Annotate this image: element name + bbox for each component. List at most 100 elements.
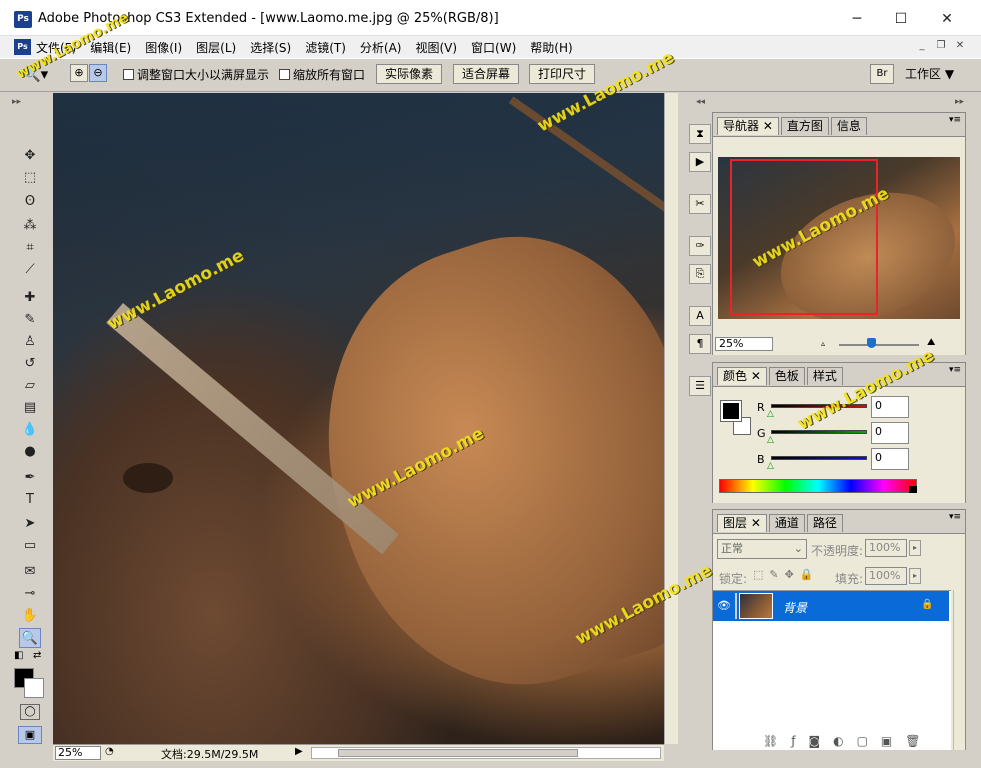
document-canvas[interactable] <box>53 93 664 744</box>
zoom-out-mountain-icon[interactable]: ▵ <box>821 339 825 348</box>
panels-expand-icon[interactable]: ▸▸ <box>955 97 964 107</box>
lasso-tool-icon[interactable]: ʘ <box>19 192 41 212</box>
channel-r-value[interactable]: 0 <box>871 396 909 418</box>
type-tool-icon[interactable]: T <box>19 490 41 510</box>
navigator-zoom-slider[interactable] <box>839 344 919 346</box>
actual-pixels-button[interactable]: 实际像素 <box>376 64 442 84</box>
layer-name[interactable]: 背景 <box>783 599 807 616</box>
print-size-button[interactable]: 打印尺寸 <box>529 64 595 84</box>
tab-channels[interactable]: 通道 <box>768 514 805 532</box>
doc-minimize-button[interactable]: _ <box>915 39 929 53</box>
color-fg-swatch[interactable] <box>720 400 742 422</box>
vertical-scrollbar[interactable] <box>664 93 678 744</box>
opacity-field[interactable]: 100% <box>865 539 907 557</box>
crop-tool-icon[interactable]: ⌗ <box>19 238 41 258</box>
menu-view[interactable]: 视图(V) <box>415 39 457 56</box>
rectangle-tool-icon[interactable]: ▭ <box>19 536 41 556</box>
channel-b-value[interactable]: 0 <box>871 448 909 470</box>
blur-tool-icon[interactable]: 💧 <box>19 420 41 440</box>
menu-window[interactable]: 窗口(W) <box>471 39 516 56</box>
fill-field[interactable]: 100% <box>865 567 907 585</box>
eraser-tool-icon[interactable]: ▱ <box>19 376 41 396</box>
move-tool-icon[interactable]: ✥ <box>19 146 41 166</box>
doc-restore-button[interactable]: ❐ <box>934 39 948 53</box>
path-selection-tool-icon[interactable]: ➤ <box>19 514 41 534</box>
default-colors-icon[interactable]: ◧ <box>14 650 23 661</box>
resize-windows-checkbox[interactable] <box>123 69 134 80</box>
layer-thumbnail[interactable] <box>739 593 773 619</box>
layer-row[interactable]: 👁 背景 🔒 <box>713 591 949 621</box>
tab-swatches[interactable]: 色板 <box>768 367 805 385</box>
horizontal-scroll-thumb[interactable] <box>338 749 578 757</box>
magic-wand-tool-icon[interactable]: ⁂ <box>19 216 41 236</box>
status-info-icon[interactable]: ◔ <box>105 746 114 757</box>
tab-navigator[interactable]: 导航器 ✕ <box>717 117 779 135</box>
tab-layers[interactable]: 图层 ✕ <box>717 514 767 532</box>
healing-brush-tool-icon[interactable]: ✚ <box>19 288 41 308</box>
gradient-tool-icon[interactable]: ▤ <box>19 398 41 418</box>
zoom-level-field[interactable]: 25% <box>55 746 101 760</box>
slice-tool-icon[interactable]: ⟋ <box>19 260 41 280</box>
pen-tool-icon[interactable]: ✒ <box>19 468 41 488</box>
tab-histogram[interactable]: 直方图 <box>780 117 829 135</box>
close-tab-icon[interactable]: ✕ <box>763 119 773 133</box>
channel-g-value[interactable]: 0 <box>871 422 909 444</box>
layer-comps-icon[interactable]: ☰ <box>689 376 711 396</box>
fit-screen-button[interactable]: 适合屏幕 <box>453 64 519 84</box>
resize-windows-option[interactable]: 调整窗口大小以满屏显示 <box>123 66 269 83</box>
channel-g-slider[interactable] <box>771 430 867 434</box>
layers-scrollbar[interactable] <box>953 590 965 750</box>
character-panel-icon[interactable]: A <box>689 306 711 326</box>
lock-icons[interactable]: ⬚✎✥🔒 <box>753 568 820 581</box>
menu-layer[interactable]: 图层(L) <box>196 39 236 56</box>
workspace-menu[interactable]: 工作区 ▼ <box>905 65 954 82</box>
fill-arrow-icon[interactable]: ▸ <box>909 568 921 584</box>
menu-help[interactable]: 帮助(H) <box>530 39 572 56</box>
zoom-out-icon[interactable]: ⊖ <box>89 64 107 82</box>
tool-presets-icon[interactable]: ✂ <box>689 194 711 214</box>
menu-select[interactable]: 选择(S) <box>250 39 291 56</box>
maximize-button[interactable]: ☐ <box>878 6 924 32</box>
zoom-all-windows-checkbox[interactable] <box>279 69 290 80</box>
layers-footer-icons[interactable]: ⛓ƒ◙◐▢▣🗑 <box>763 734 933 748</box>
panel-menu-icon[interactable]: ▾≡ <box>949 365 961 375</box>
close-tab-icon[interactable]: ✕ <box>751 516 761 530</box>
toolbar-collapse-icon[interactable]: ▸▸ <box>12 97 21 107</box>
panel-menu-icon[interactable]: ▾≡ <box>949 115 961 125</box>
menu-filter[interactable]: 滤镜(T) <box>305 39 346 56</box>
horizontal-scrollbar[interactable] <box>311 747 661 759</box>
zoom-all-windows-option[interactable]: 缩放所有窗口 <box>279 66 365 83</box>
color-ramp-black-swatch[interactable] <box>909 486 917 493</box>
clone-source-icon[interactable]: ⎘ <box>689 264 711 284</box>
tab-info[interactable]: 信息 <box>830 117 867 135</box>
dock-collapse-icon[interactable]: ◂◂ <box>696 97 705 107</box>
marquee-tool-icon[interactable]: ⬚ <box>19 168 41 188</box>
screen-mode-icon[interactable]: ▣ <box>18 726 42 744</box>
actions-panel-icon[interactable]: ▶ <box>689 152 711 172</box>
hand-tool-icon[interactable]: ✋ <box>19 606 41 626</box>
blend-mode-select[interactable]: 正常 ⌄ <box>717 539 807 559</box>
notes-tool-icon[interactable]: ✉ <box>19 562 41 582</box>
history-panel-icon[interactable]: ⧗ <box>689 124 711 144</box>
tab-paths[interactable]: 路径 <box>806 514 843 532</box>
minimize-button[interactable]: ─ <box>834 6 880 32</box>
close-button[interactable]: ✕ <box>924 6 970 32</box>
opacity-arrow-icon[interactable]: ▸ <box>909 540 921 556</box>
tab-color[interactable]: 颜色 ✕ <box>717 367 767 385</box>
channel-g-thumb[interactable]: △ <box>767 435 774 445</box>
history-brush-tool-icon[interactable]: ↺ <box>19 354 41 374</box>
tab-styles[interactable]: 样式 <box>806 367 843 385</box>
clone-stamp-tool-icon[interactable]: ♙ <box>19 332 41 352</box>
channel-b-slider[interactable] <box>771 456 867 460</box>
swap-colors-icon[interactable]: ⇄ <box>33 650 41 661</box>
navigator-thumbnail[interactable] <box>718 157 960 319</box>
brushes-panel-icon[interactable]: ✑ <box>689 236 711 256</box>
zoom-in-icon[interactable]: ⊕ <box>70 64 88 82</box>
menu-image[interactable]: 图像(I) <box>145 39 182 56</box>
navigator-zoom-field[interactable]: 25% <box>715 337 773 351</box>
color-ramp[interactable] <box>719 479 917 493</box>
quick-mask-icon[interactable]: ◯ <box>20 704 40 720</box>
doc-close-button[interactable]: ✕ <box>953 39 967 53</box>
eyedropper-tool-icon[interactable]: ⊸ <box>19 584 41 604</box>
bridge-icon[interactable]: Br <box>870 64 894 84</box>
